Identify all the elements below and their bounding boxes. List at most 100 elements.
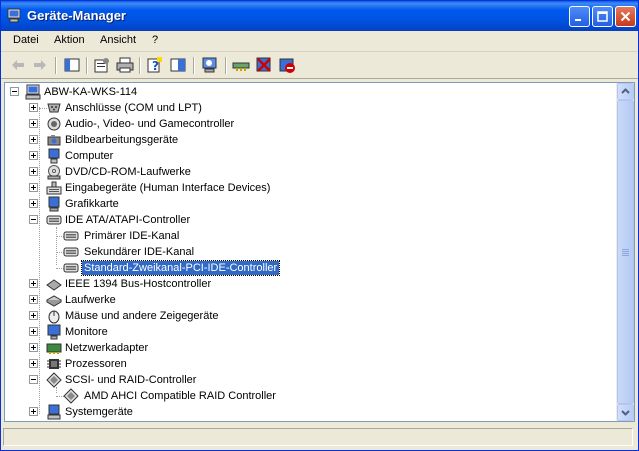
help-icon: ? — [147, 57, 162, 73]
port-icon — [47, 103, 61, 113]
tree-root-label: ABW-KA-WKS-114 — [44, 86, 138, 98]
disk-drive-icon — [46, 295, 62, 307]
device-tree[interactable]: ABW-KA-WKS-114 Anschlüsse (COM und LPT) … — [4, 82, 635, 422]
scroll-down-button[interactable] — [617, 404, 634, 421]
processor-icon — [47, 359, 61, 369]
scan-hardware-icon — [202, 57, 217, 73]
tree-item-label: Mäuse und andere Zeigegeräte — [65, 310, 219, 322]
title-bar[interactable]: Geräte-Manager — [1, 1, 638, 31]
device-manager-window: Geräte-Manager Datei Aktion Ansicht ? ? … — [0, 0, 639, 451]
vertical-scrollbar[interactable] — [616, 83, 634, 421]
menu-datei[interactable]: Datei — [13, 34, 39, 46]
tree-view-icon — [64, 58, 80, 72]
back-arrow-icon — [12, 60, 24, 70]
maximize-button[interactable] — [592, 6, 613, 27]
toolbar: ? — [1, 52, 638, 79]
tree-item-label: Netzwerkadapter — [65, 342, 149, 354]
help-button[interactable]: ? — [146, 56, 164, 74]
expand-toggle[interactable] — [29, 151, 38, 160]
monitor-icon — [47, 324, 61, 340]
expand-toggle[interactable] — [29, 327, 38, 336]
tree-view-button[interactable] — [63, 56, 81, 74]
firewire-icon — [46, 279, 62, 291]
tree-child-label: Standard-Zweikanal-PCI-IDE-Controller — [80, 260, 281, 276]
close-button[interactable] — [615, 6, 636, 27]
collapse-toggle[interactable] — [29, 375, 38, 384]
maximize-icon — [597, 11, 608, 22]
tree-item-label: DVD/CD-ROM-Laufwerke — [65, 166, 191, 178]
menu-help[interactable]: ? — [152, 34, 158, 46]
tree-item-label: Audio-, Video- und Gamecontroller — [65, 118, 235, 130]
tree-item-label: SCSI- und RAID-Controller — [65, 374, 197, 386]
tree-connector — [56, 227, 57, 265]
expand-toggle[interactable] — [29, 183, 38, 192]
uninstall-device-icon — [279, 58, 295, 73]
mouse-icon — [48, 310, 60, 324]
toolbar-separator — [225, 57, 227, 74]
chevron-down-icon — [621, 410, 630, 416]
thumb-grip — [622, 255, 629, 256]
system-devices-icon — [47, 404, 61, 420]
scroll-thumb[interactable] — [617, 100, 634, 404]
disable-device-icon — [256, 57, 271, 72]
minimize-button[interactable] — [569, 6, 590, 27]
scroll-up-button[interactable] — [617, 83, 634, 100]
toolbar-separator — [55, 57, 57, 74]
tree-connector — [39, 107, 40, 414]
window-title: Geräte-Manager — [27, 8, 126, 23]
expand-toggle[interactable] — [29, 279, 38, 288]
properties-icon — [94, 58, 109, 73]
menu-aktion[interactable]: Aktion — [54, 34, 85, 46]
console-button[interactable] — [169, 56, 187, 74]
tree-item-label: Bildbearbeitungsgeräte — [65, 134, 179, 146]
tree-child-label: AMD AHCI Compatible RAID Controller — [84, 390, 276, 402]
thumb-grip — [622, 249, 629, 250]
expand-toggle[interactable] — [29, 311, 38, 320]
thumb-grip — [622, 251, 629, 252]
tree-item-label: Systemgeräte — [65, 406, 133, 418]
tree-item-label: Anschlüsse (COM und LPT) — [65, 102, 202, 114]
tree-child-label: Primärer IDE-Kanal — [84, 230, 180, 242]
forward-button[interactable] — [31, 56, 49, 74]
computer-icon — [48, 148, 60, 164]
tree-item-label: Prozessoren — [65, 358, 127, 370]
print-button[interactable] — [116, 56, 134, 74]
tree-item-label: IDE ATA/ATAPI-Controller — [65, 214, 191, 226]
tree-item-label: IEEE 1394 Bus-Hostcontroller — [65, 278, 212, 290]
ide-channel-icon — [63, 247, 79, 257]
expand-toggle[interactable] — [29, 135, 38, 144]
console-icon — [170, 58, 186, 72]
scan-hardware-button[interactable] — [201, 56, 219, 74]
speaker-icon — [47, 117, 61, 131]
expand-toggle[interactable] — [29, 167, 38, 176]
expand-toggle[interactable] — [29, 295, 38, 304]
collapse-toggle[interactable] — [10, 87, 19, 96]
network-adapter-icon — [46, 343, 62, 354]
menu-ansicht[interactable]: Ansicht — [100, 34, 136, 46]
camera-icon — [47, 135, 61, 146]
toolbar-separator — [86, 57, 88, 74]
expand-toggle[interactable] — [29, 199, 38, 208]
collapse-toggle[interactable] — [29, 215, 38, 224]
update-driver-button[interactable] — [232, 56, 250, 74]
tree-item-label: Eingabegeräte (Human Interface Devices) — [65, 182, 271, 194]
expand-toggle[interactable] — [29, 407, 38, 416]
expand-toggle[interactable] — [29, 343, 38, 352]
disable-device-button[interactable] — [255, 56, 273, 74]
chevron-up-icon — [621, 88, 630, 94]
computer-icon — [25, 84, 41, 100]
ide-controller-icon — [46, 215, 62, 225]
status-bar — [1, 425, 638, 450]
expand-toggle[interactable] — [29, 103, 38, 112]
expand-toggle[interactable] — [29, 359, 38, 368]
expand-toggle[interactable] — [29, 119, 38, 128]
display-adapter-icon — [48, 196, 60, 212]
menu-bar: Datei Aktion Ansicht ? — [1, 31, 638, 52]
back-button[interactable] — [9, 56, 27, 74]
status-pane — [3, 428, 633, 446]
properties-button[interactable] — [93, 56, 111, 74]
uninstall-device-button[interactable] — [278, 56, 296, 74]
device-manager-icon — [7, 8, 21, 23]
toolbar-separator — [193, 57, 195, 74]
tree-item-label: Monitore — [65, 326, 108, 338]
